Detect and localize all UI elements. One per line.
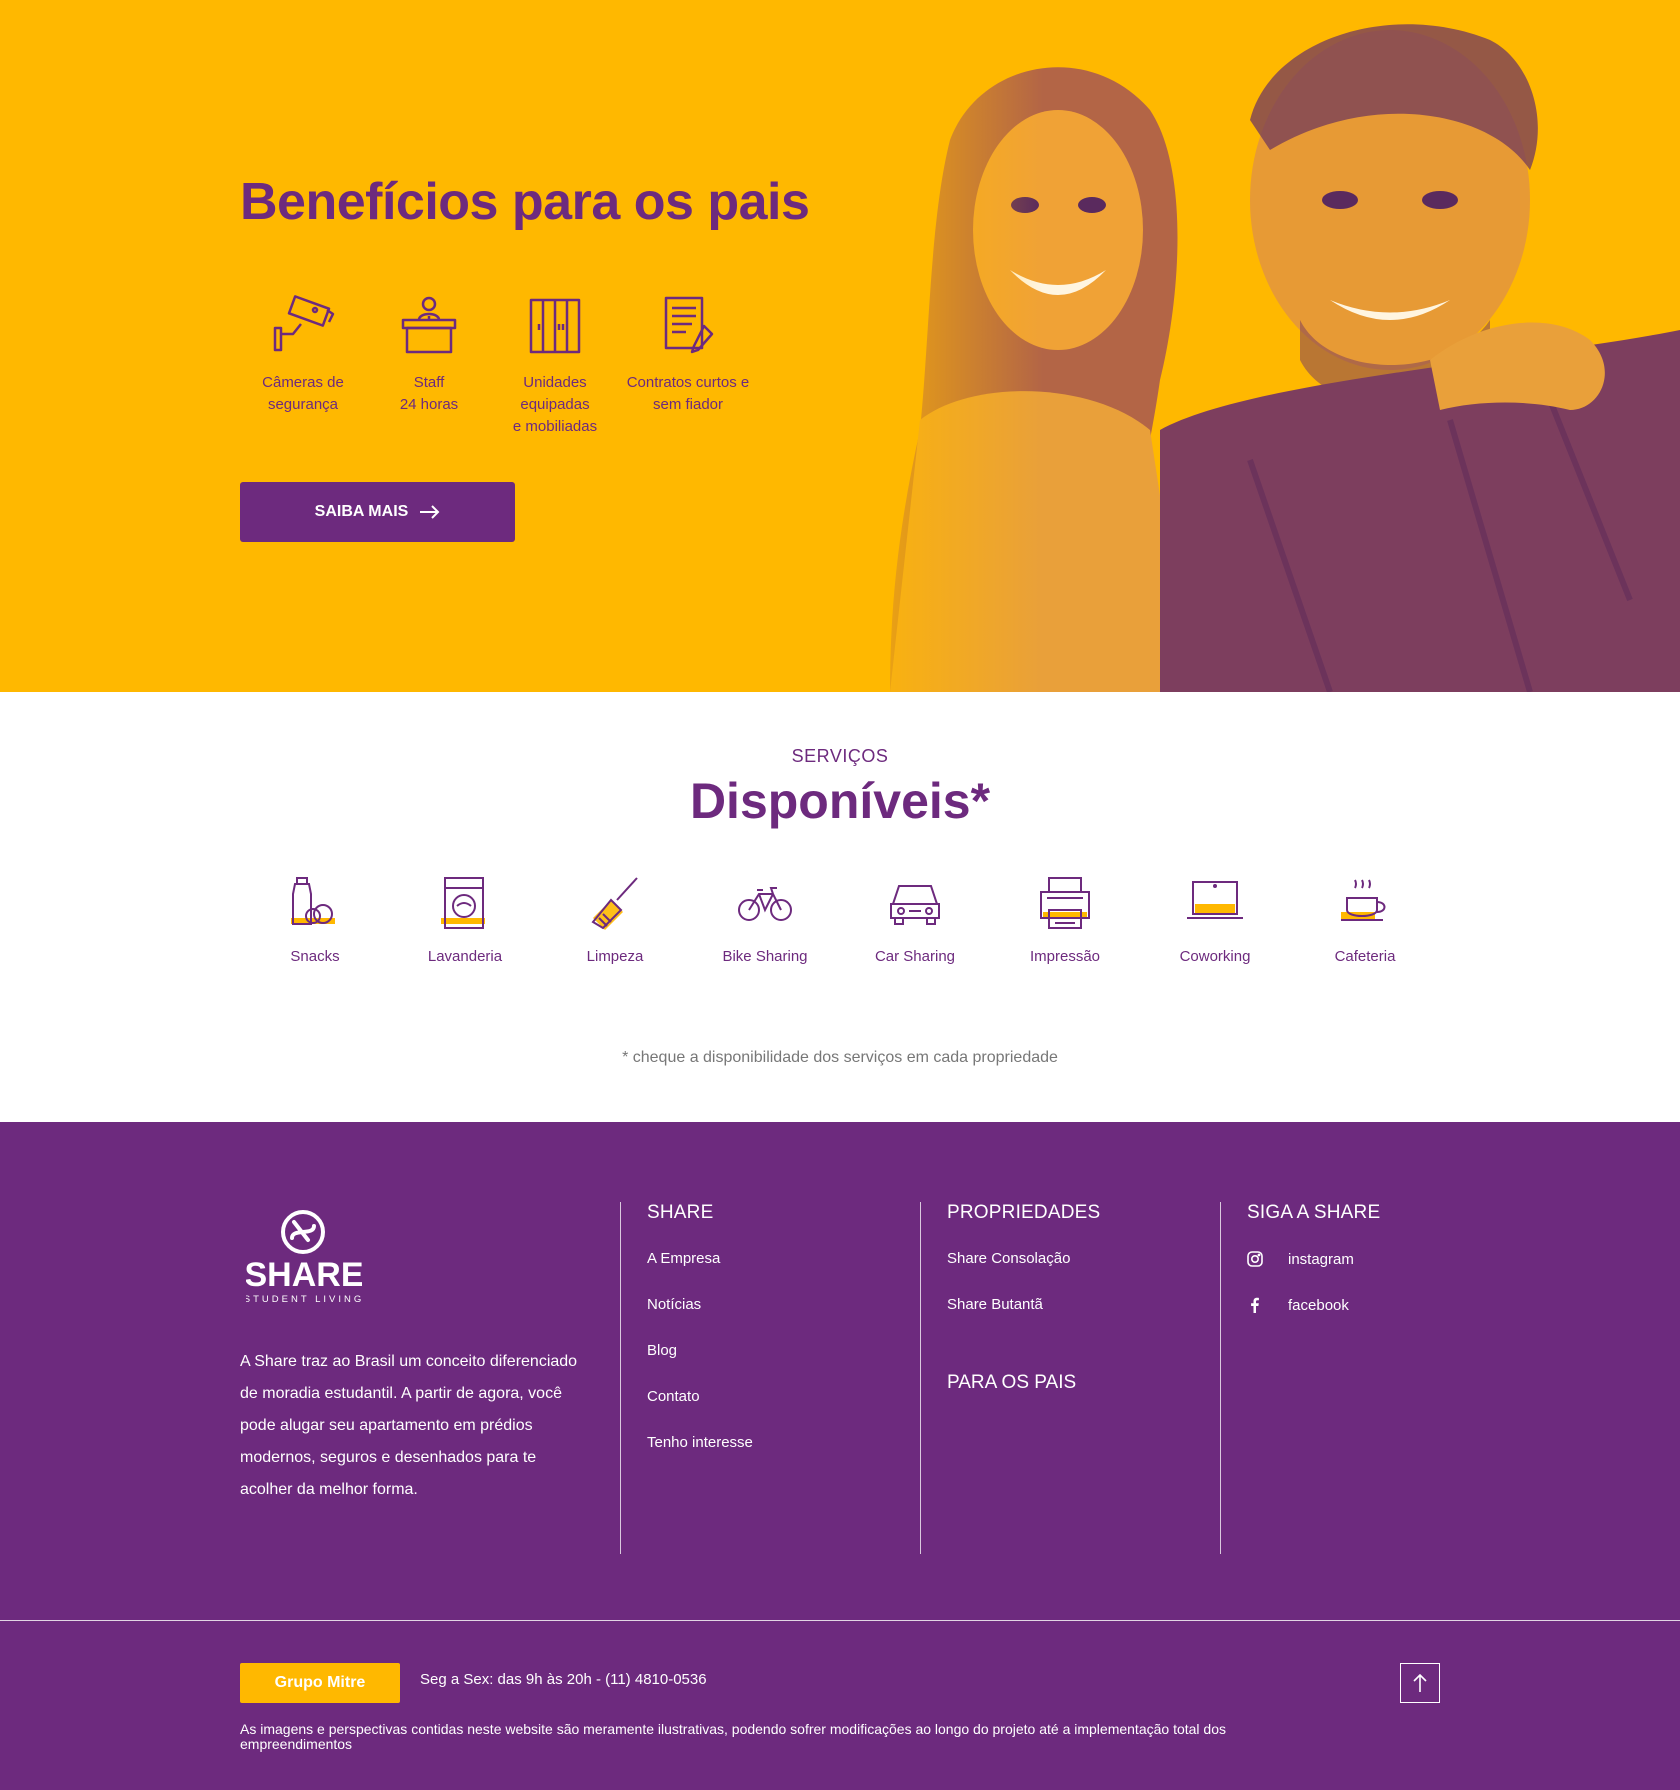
bicycle-icon xyxy=(738,887,792,921)
washing-machine-icon xyxy=(441,877,485,929)
facebook-icon xyxy=(1251,1297,1259,1313)
instagram-icon xyxy=(1247,1251,1263,1267)
about-text: A Share traz ao Brasil um conceito difer… xyxy=(240,1353,578,1498)
saiba-mais-button[interactable]: SAIBA MAIS xyxy=(240,482,515,542)
para-os-pais-link[interactable]: PARA OS PAIS xyxy=(947,1372,1220,1394)
benefit-item-cameras: Câmeras de segurança xyxy=(240,290,366,438)
footer-column-properties: PROPRIEDADES Share Consolação Share Buta… xyxy=(920,1202,1220,1554)
broom-icon xyxy=(591,877,638,930)
coffee-cup-icon xyxy=(1341,879,1386,921)
facebook-link[interactable]: facebook xyxy=(1247,1294,1520,1316)
hero-section: Benefícios para os pais Câmeras de segur… xyxy=(0,0,1680,692)
footer-column-share: SHARE A Empresa Notícias Blog Contato Te… xyxy=(620,1202,920,1554)
share-logo: SHARE STUDENT LIVING xyxy=(246,1210,362,1305)
social-heading: SIGA A SHARE xyxy=(1247,1202,1381,1223)
arrow-up-icon xyxy=(1413,1674,1427,1692)
link-tenho-interesse[interactable]: Tenho interesse xyxy=(647,1432,920,1454)
link-share-consolacao[interactable]: Share Consolação xyxy=(947,1248,1220,1270)
footer-divider xyxy=(0,1620,1680,1621)
link-noticias[interactable]: Notícias xyxy=(647,1294,920,1316)
arrow-right-icon xyxy=(420,505,440,519)
snacks-icon xyxy=(291,877,335,925)
benefits-list: Câmeras de segurança Staff 24 horas Unid… xyxy=(240,290,758,438)
share-logo-mark-icon xyxy=(281,1210,325,1254)
footer: SHARE STUDENT LIVING A Share traz ao Bra… xyxy=(0,1122,1680,1790)
service-item-impressao: Impressão xyxy=(990,874,1140,965)
service-item-lavanderia: Lavanderia xyxy=(390,874,540,965)
service-label: Car Sharing xyxy=(874,948,956,965)
smiling-couple-photo xyxy=(830,0,1680,692)
service-item-limpeza: Limpeza xyxy=(540,874,690,965)
business-hours: Seg a Sex: das 9h às 20h - (11) 4810-053… xyxy=(420,1671,707,1688)
service-item-snacks: Snacks xyxy=(240,874,390,965)
laptop-icon xyxy=(1187,881,1243,919)
benefit-item-units: Unidades equipadas e mobiliadas xyxy=(492,290,618,438)
service-label: Limpeza xyxy=(586,948,644,965)
logo-subtext: STUDENT LIVING xyxy=(246,1294,362,1305)
printer-icon xyxy=(1040,877,1090,929)
service-label: Cafeteria xyxy=(1334,948,1396,965)
service-label: Bike Sharing xyxy=(722,948,808,965)
hero-title: Benefícios para os pais xyxy=(240,173,810,231)
logo-text: SHARE xyxy=(246,1256,362,1294)
link-share-butanta[interactable]: Share Butantã xyxy=(947,1294,1220,1316)
services-section: SERVIÇOS Disponíveis* Snacks Lavanderia xyxy=(0,692,1680,1122)
benefit-item-contracts: Contratos curtos e sem fiador xyxy=(618,290,758,438)
facebook-label: facebook xyxy=(1288,1296,1349,1314)
car-icon xyxy=(890,885,940,925)
services-kicker: SERVIÇOS xyxy=(791,746,889,766)
instagram-label: instagram xyxy=(1288,1250,1354,1268)
benefit-label: Câmeras de segurança xyxy=(262,374,344,413)
share-heading: SHARE xyxy=(647,1202,714,1223)
grupo-mitre-button[interactable]: Grupo Mitre xyxy=(240,1663,400,1703)
service-item-car-sharing: Car Sharing xyxy=(840,874,990,965)
service-label: Snacks xyxy=(290,948,340,965)
wardrobe-icon xyxy=(529,298,581,354)
service-label: Impressão xyxy=(1029,948,1101,965)
instagram-link[interactable]: instagram xyxy=(1247,1248,1520,1270)
link-blog[interactable]: Blog xyxy=(647,1340,920,1362)
services-note: * cheque a disponibilidade dos serviços … xyxy=(622,1049,1058,1066)
security-camera-icon xyxy=(273,295,335,352)
link-contato[interactable]: Contato xyxy=(647,1386,920,1408)
benefit-label: Unidades equipadas e mobiliadas xyxy=(512,374,598,435)
footer-column-social: SIGA A SHARE instagram facebook xyxy=(1220,1202,1520,1554)
services-list: Snacks Lavanderia Limpeza Bike Sharing C… xyxy=(240,874,1440,965)
benefit-label: Contratos curtos e sem fiador xyxy=(626,374,750,413)
service-item-cafeteria: Cafeteria xyxy=(1290,874,1440,965)
service-label: Coworking xyxy=(1179,948,1251,965)
benefit-item-staff: Staff 24 horas xyxy=(366,290,492,438)
service-item-coworking: Coworking xyxy=(1140,874,1290,965)
saiba-mais-label: SAIBA MAIS xyxy=(314,503,409,520)
services-title: Disponíveis* xyxy=(689,773,991,829)
properties-heading: PROPRIEDADES xyxy=(947,1202,1101,1223)
reception-staff-icon xyxy=(401,296,457,354)
benefit-label: Staff 24 horas xyxy=(399,374,459,413)
service-label: Lavanderia xyxy=(427,948,503,965)
service-item-bike-sharing: Bike Sharing xyxy=(690,874,840,965)
link-a-empresa[interactable]: A Empresa xyxy=(647,1248,920,1270)
disclaimer-text: As imagens e perspectivas contidas neste… xyxy=(240,1721,1226,1752)
contract-icon xyxy=(664,296,714,354)
back-to-top-button[interactable] xyxy=(1400,1663,1440,1703)
